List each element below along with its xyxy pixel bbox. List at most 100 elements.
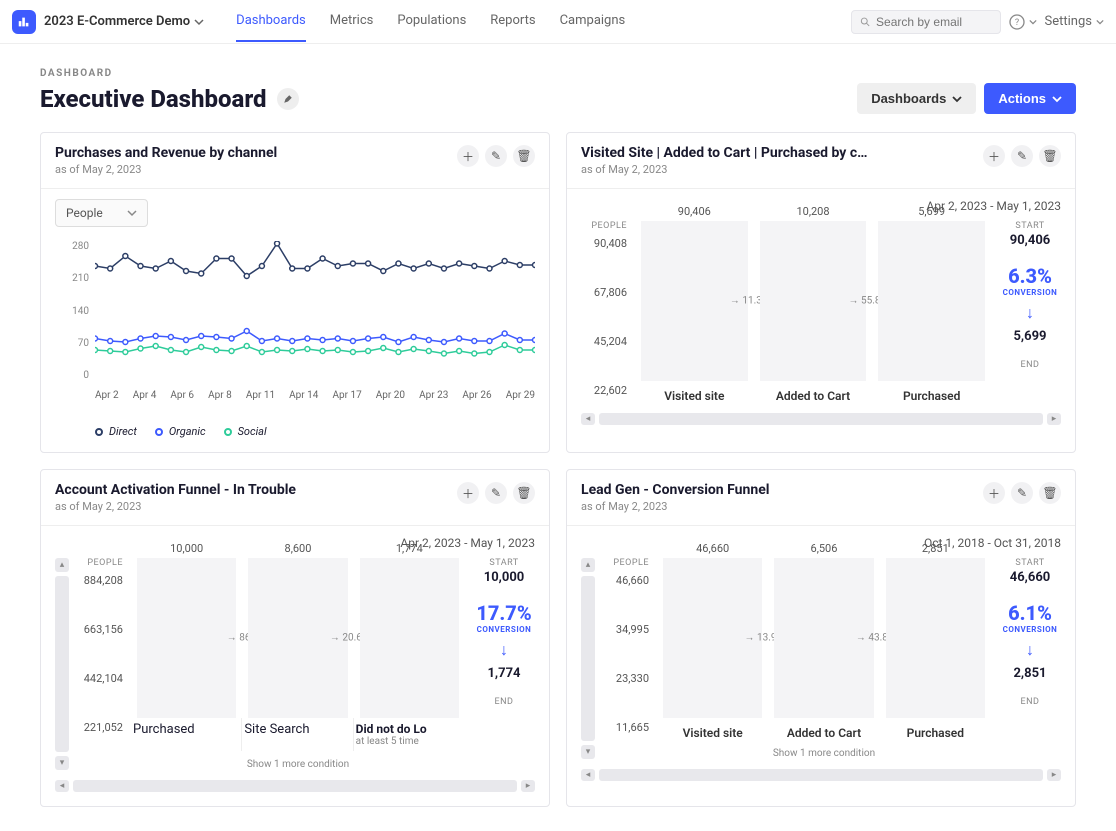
chevron-down-icon — [1096, 18, 1104, 26]
scroll-left-icon[interactable]: ◂ — [581, 413, 595, 425]
nav-reports[interactable]: Reports — [490, 1, 535, 42]
card-subtitle: as of May 2, 2023 — [581, 500, 769, 513]
card-add-button[interactable]: ＋ — [457, 145, 479, 167]
funnel-step-label: Site Search — [242, 718, 353, 751]
breadcrumb: DASHBOARD — [40, 68, 1076, 79]
pencil-icon: ✎ — [491, 486, 501, 500]
help-icon: ? — [1009, 14, 1025, 30]
vertical-scrollbar[interactable]: ▴ ▾ — [581, 558, 595, 759]
page-content: DASHBOARD Executive Dashboard Dashboards… — [0, 44, 1116, 831]
card-delete-button[interactable]: 🗑 — [1039, 145, 1061, 167]
pencil-icon: ✎ — [1017, 486, 1027, 500]
pencil-icon — [283, 94, 293, 104]
card-subtitle: as of May 2, 2023 — [55, 163, 277, 176]
legend-direct[interactable]: Direct — [95, 425, 137, 438]
axis-label: PEOPLE — [581, 221, 627, 231]
search-icon — [860, 16, 871, 28]
funnel-step-label: Did not do Loat least 5 time — [354, 718, 465, 751]
card-add-button[interactable]: ＋ — [457, 482, 479, 504]
horizontal-scrollbar[interactable]: ◂ ▸ — [581, 769, 1061, 781]
funnel-summary: START 46,660 6.1% CONVERSION ↓ 2,851 END — [999, 558, 1061, 759]
card-edit-button[interactable]: ✎ — [485, 145, 507, 167]
card-delete-button[interactable]: 🗑 — [513, 482, 535, 504]
card-purchases-revenue: Purchases and Revenue by channel as of M… — [40, 132, 550, 453]
funnel-step-label: Added to Cart — [768, 726, 879, 740]
scroll-right-icon[interactable]: ▸ — [1047, 769, 1061, 781]
legend-organic[interactable]: Organic — [155, 425, 206, 438]
nav-populations[interactable]: Populations — [397, 1, 466, 42]
arrow-down-icon: ↓ — [473, 640, 535, 660]
arrow-down-icon: ↓ — [999, 303, 1061, 323]
chevron-down-icon — [1029, 18, 1037, 26]
card-subtitle: as of May 2, 2023 — [581, 163, 867, 176]
scroll-left-icon[interactable]: ◂ — [581, 769, 595, 781]
legend-social[interactable]: Social — [224, 425, 267, 438]
trash-icon: 🗑 — [516, 486, 531, 500]
funnel-summary: START 10,000 17.7% CONVERSION ↓ 1,774 EN… — [473, 558, 535, 770]
actions-dropdown[interactable]: Actions — [984, 83, 1076, 114]
svg-text:?: ? — [1014, 18, 1018, 28]
scroll-right-icon[interactable]: ▸ — [1047, 413, 1061, 425]
funnel-summary: START 90,406 6.3% CONVERSION ↓ 5,699 END — [999, 221, 1061, 403]
scroll-track[interactable] — [55, 576, 69, 752]
edit-title-button[interactable] — [277, 88, 299, 110]
funnel-step-label: Purchased — [131, 718, 242, 751]
card-edit-button[interactable]: ✎ — [1011, 145, 1033, 167]
funnel-step-label: Purchased — [872, 389, 991, 403]
search-input[interactable] — [876, 15, 992, 29]
plus-icon: ＋ — [988, 485, 1000, 502]
nav-metrics[interactable]: Metrics — [330, 1, 374, 42]
scroll-track[interactable] — [581, 576, 595, 741]
scroll-left-icon[interactable]: ◂ — [55, 780, 69, 792]
chevron-down-icon — [127, 208, 137, 218]
line-chart: 280210140700 Apr 2Apr 4Apr 6Apr 8Apr 11A… — [55, 241, 535, 401]
horizontal-scrollbar[interactable]: ◂ ▸ — [55, 780, 535, 792]
card-title: Lead Gen - Conversion Funnel — [581, 482, 769, 498]
scroll-down-icon[interactable]: ▾ — [55, 756, 69, 770]
horizontal-scrollbar[interactable]: ◂ ▸ — [581, 413, 1061, 425]
main-nav: Dashboards Metrics Populations Reports C… — [236, 1, 625, 42]
settings-label: Settings — [1045, 14, 1092, 29]
scroll-down-icon[interactable]: ▾ — [581, 745, 595, 759]
card-title: Account Activation Funnel - In Trouble — [55, 482, 296, 498]
project-switcher[interactable]: 2023 E-Commerce Demo — [44, 14, 204, 29]
axis-label: PEOPLE — [603, 558, 649, 568]
chevron-down-icon — [1052, 94, 1062, 104]
metric-select[interactable]: People — [55, 199, 148, 227]
card-add-button[interactable]: ＋ — [983, 482, 1005, 504]
card-delete-button[interactable]: 🗑 — [1039, 482, 1061, 504]
scroll-right-icon[interactable]: ▸ — [521, 780, 535, 792]
funnel-step-label: Visited site — [657, 726, 768, 740]
dashboards-dropdown[interactable]: Dashboards — [857, 83, 976, 114]
scroll-up-icon[interactable]: ▴ — [55, 558, 69, 572]
chevron-down-icon — [952, 94, 962, 104]
axis-label: PEOPLE — [77, 558, 123, 568]
show-more-link[interactable]: Show 1 more condition — [657, 748, 991, 759]
vertical-scrollbar[interactable]: ▴ ▾ — [55, 558, 69, 770]
scroll-track[interactable] — [599, 413, 1043, 425]
scroll-track[interactable] — [599, 769, 1043, 781]
card-delete-button[interactable]: 🗑 — [513, 145, 535, 167]
trash-icon: 🗑 — [1042, 486, 1057, 500]
topbar: 2023 E-Commerce Demo Dashboards Metrics … — [0, 0, 1116, 44]
arrow-down-icon: ↓ — [999, 640, 1061, 660]
card-edit-button[interactable]: ✎ — [1011, 482, 1033, 504]
show-more-link[interactable]: Show 1 more condition — [131, 759, 465, 770]
title-bar: Executive Dashboard Dashboards Actions — [40, 83, 1076, 114]
card-add-button[interactable]: ＋ — [983, 145, 1005, 167]
card-account-activation: Account Activation Funnel - In Trouble a… — [40, 469, 550, 807]
help-menu[interactable]: ? — [1009, 14, 1037, 30]
plus-icon: ＋ — [462, 148, 474, 165]
nav-campaigns[interactable]: Campaigns — [560, 1, 626, 42]
scroll-up-icon[interactable]: ▴ — [581, 558, 595, 572]
card-visited-funnel: Visited Site | Added to Cart | Purchased… — [566, 132, 1076, 453]
settings-menu[interactable]: Settings — [1045, 14, 1104, 29]
scroll-track[interactable] — [73, 780, 517, 792]
card-title: Purchases and Revenue by channel — [55, 145, 277, 161]
nav-dashboards[interactable]: Dashboards — [236, 1, 306, 42]
search-box[interactable] — [851, 10, 1001, 34]
app-logo[interactable] — [12, 10, 36, 34]
card-edit-button[interactable]: ✎ — [485, 482, 507, 504]
funnel-step-label: Visited site — [635, 389, 754, 403]
pencil-icon: ✎ — [491, 149, 501, 163]
